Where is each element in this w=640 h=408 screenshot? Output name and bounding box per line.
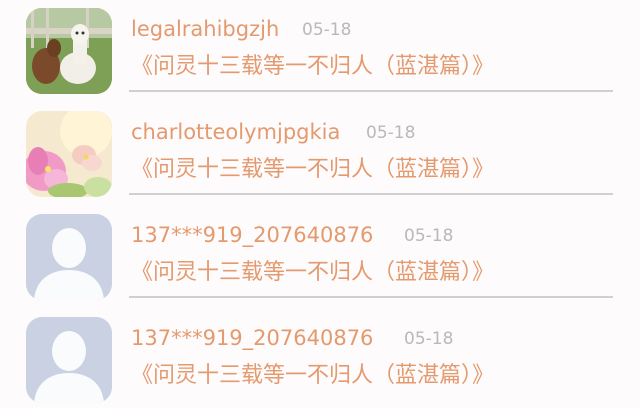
comment-date: 05-18	[366, 123, 416, 143]
default-user-avatar-icon	[26, 214, 112, 300]
avatar[interactable]	[26, 317, 112, 403]
list-item[interactable]: charlotteolymjpgkia 05-18 《问灵十三载等一不归人（蓝湛…	[0, 111, 640, 214]
avatar[interactable]	[26, 8, 112, 94]
username[interactable]: 137***919_207640876	[131, 220, 373, 250]
list-item[interactable]: legalrahibgzjh 05-18 《问灵十三载等一不归人（蓝湛篇）》	[0, 8, 640, 111]
comment-title[interactable]: 《问灵十三载等一不归人（蓝湛篇）》	[131, 50, 494, 84]
divider	[129, 296, 613, 298]
comment-list: legalrahibgzjh 05-18 《问灵十三载等一不归人（蓝湛篇）》 c…	[0, 0, 640, 408]
username[interactable]: 137***919_207640876	[131, 323, 373, 353]
divider	[129, 193, 613, 195]
default-user-avatar-icon	[26, 317, 112, 403]
comment-date: 05-18	[404, 226, 454, 246]
list-item[interactable]: 137***919_207640876 05-18 《问灵十三载等一不归人（蓝湛…	[0, 214, 640, 317]
alpaca-photo-avatar-icon	[26, 8, 112, 94]
divider	[129, 90, 613, 92]
comment-date: 05-18	[302, 20, 352, 40]
avatar[interactable]	[26, 214, 112, 300]
flower-photo-avatar-icon	[26, 111, 112, 197]
comment-date: 05-18	[404, 329, 454, 349]
username[interactable]: charlotteolymjpgkia	[131, 117, 340, 147]
comment-title[interactable]: 《问灵十三载等一不归人（蓝湛篇）》	[131, 153, 494, 187]
avatar[interactable]	[26, 111, 112, 197]
comment-title[interactable]: 《问灵十三载等一不归人（蓝湛篇）》	[131, 359, 494, 393]
comment-title[interactable]: 《问灵十三载等一不归人（蓝湛篇）》	[131, 256, 494, 290]
username[interactable]: legalrahibgzjh	[131, 14, 279, 44]
list-item[interactable]: 137***919_207640876 05-18 《问灵十三载等一不归人（蓝湛…	[0, 317, 640, 408]
